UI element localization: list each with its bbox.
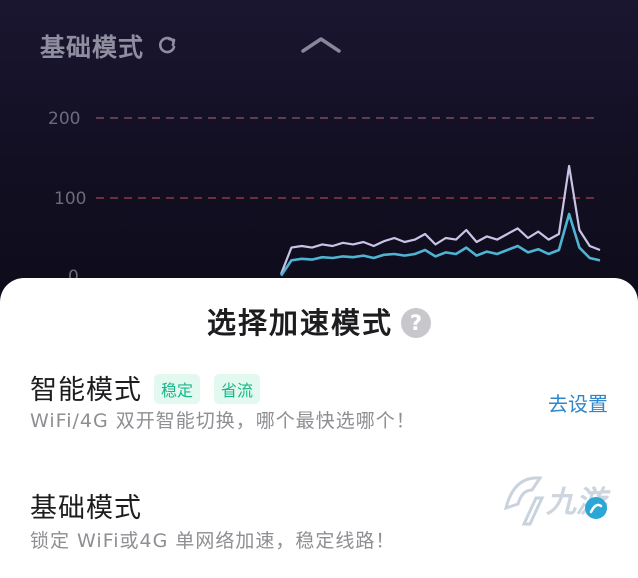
jiuyou-logo-icon: 九游: [503, 476, 611, 526]
sheet-title-text: 选择加速模式: [206, 306, 393, 340]
tag-stable: 稳定: [154, 374, 201, 404]
chevron-up-icon[interactable]: [298, 34, 344, 56]
mode-select-sheet: 选择加速模式? 智能模式 稳定 省流 WiFi/4G 双开智能切换，哪个最快选哪…: [0, 278, 638, 578]
smart-mode-setup-link[interactable]: 去设置: [548, 388, 608, 417]
speed-chart: 200 100 0: [48, 109, 601, 287]
current-mode-title[interactable]: 基础模式: [40, 28, 144, 64]
tick-label-100: 100: [54, 189, 86, 209]
sheet-title: 选择加速模式?: [0, 300, 638, 342]
basic-mode-name[interactable]: 基础模式: [30, 486, 142, 525]
tag-save-data: 省流: [214, 374, 261, 404]
speed-panel: 基础模式 200 100 0: [0, 0, 638, 300]
smart-mode-desc: WiFi/4G 双开智能切换，哪个最快选哪个！: [30, 410, 416, 432]
smart-mode-name[interactable]: 智能模式: [30, 368, 142, 407]
tick-label-200: 200: [48, 109, 80, 129]
basic-mode-desc: 锁定 WiFi或4G 单网络加速，稳定线路！: [30, 530, 396, 552]
refresh-icon[interactable]: [156, 34, 178, 56]
help-icon[interactable]: ?: [401, 308, 431, 338]
